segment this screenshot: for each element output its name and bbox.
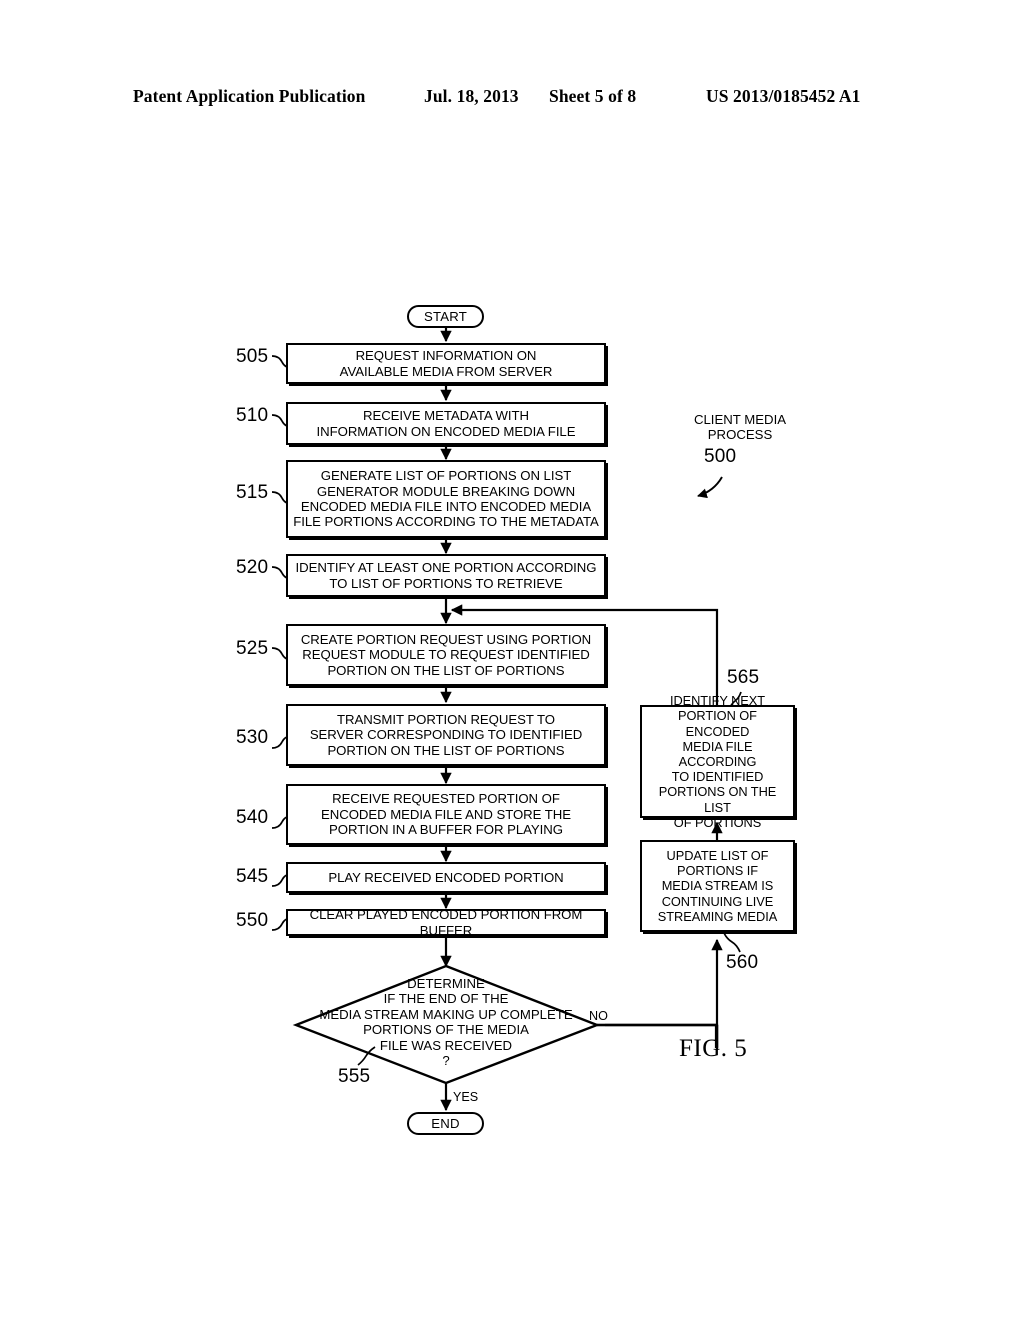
process-box-525-text: CREATE PORTION REQUEST USING PORTION REQU… xyxy=(300,631,592,678)
process-box-565-text: IDENTIFY NEXT PORTION OF ENCODED MEDIA FIL… xyxy=(658,693,777,830)
end-terminator: END xyxy=(407,1112,484,1135)
ref-label-510: 510 xyxy=(236,405,269,426)
process-box-510-text: RECEIVE METADATA WITH INFORMATION ON ENCO… xyxy=(316,408,576,439)
process-box-560-text: UPDATE LIST OF PORTIONS IF MEDIA STREAM IS… xyxy=(657,847,778,924)
process-box-520-text: IDENTIFY AT LEAST ONE PORTION ACCORDING T… xyxy=(295,560,597,591)
process-box-550: CLEAR PLAYED ENCODED PORTION FROM BUFFER xyxy=(286,907,606,938)
figure-label: FIG. 5 xyxy=(679,1035,748,1062)
process-box-545-text: PLAY RECEIVED ENCODED PORTION xyxy=(328,869,564,885)
ref-label-555: 555 xyxy=(338,1066,371,1087)
process-box-510: RECEIVE METADATA WITH INFORMATION ON ENCO… xyxy=(286,402,606,445)
page-header: Patent Application Publication Jul. 18, … xyxy=(0,86,1024,112)
end-label: END xyxy=(431,1116,460,1131)
ref-label-530: 530 xyxy=(236,727,269,748)
decision-yes-label: YES xyxy=(453,1090,479,1104)
process-box-545: PLAY RECEIVED ENCODED PORTION xyxy=(286,862,606,893)
ref-label-505: 505 xyxy=(236,346,269,367)
ref-label-545: 545 xyxy=(236,866,269,887)
ref-label-540: 540 xyxy=(236,807,269,828)
process-box-520: IDENTIFY AT LEAST ONE PORTION ACCORDING T… xyxy=(286,554,606,597)
ref-label-525: 525 xyxy=(236,638,269,659)
start-label: START xyxy=(423,309,467,324)
process-box-565: IDENTIFY NEXT PORTION OF ENCODED MEDIA FIL… xyxy=(640,693,795,830)
decision-no-label: NO xyxy=(589,1009,608,1023)
process-box-550-text: CLEAR PLAYED ENCODED PORTION FROM BUFFER xyxy=(309,907,583,938)
start-terminator: START xyxy=(407,305,484,328)
process-box-560: UPDATE LIST OF PORTIONS IF MEDIA STREAM IS… xyxy=(640,840,795,932)
process-box-540: RECEIVE REQUESTED PORTION OF ENCODED MEDI… xyxy=(286,784,606,845)
process-box-515: GENERATE LIST OF PORTIONS ON LIST GENERAT… xyxy=(286,460,606,538)
header-sheet: Sheet 5 of 8 xyxy=(549,86,637,106)
client-media-process-annotation: CLIENT MEDIA PROCESS xyxy=(693,412,787,443)
process-box-525: CREATE PORTION REQUEST USING PORTION REQU… xyxy=(286,624,606,686)
patent-figure-page: Patent Application Publication Jul. 18, … xyxy=(0,0,1024,1320)
ref-label-565: 565 xyxy=(727,667,760,688)
process-box-505: REQUEST INFORMATION ON AVAILABLE MEDIA FR… xyxy=(286,343,606,384)
process-box-505-text: REQUEST INFORMATION ON AVAILABLE MEDIA FR… xyxy=(339,348,553,379)
client-media-process-number: 500 xyxy=(704,446,737,467)
ref-label-550: 550 xyxy=(236,910,269,931)
process-box-530: TRANSMIT PORTION REQUEST TO SERVER CORRES… xyxy=(286,704,606,766)
header-date: Jul. 18, 2013 xyxy=(424,86,519,106)
process-box-530-text: TRANSMIT PORTION REQUEST TO SERVER CORRES… xyxy=(309,711,583,758)
process-box-515-text: GENERATE LIST OF PORTIONS ON LIST GENERAT… xyxy=(293,468,599,530)
ref-label-560: 560 xyxy=(726,952,759,973)
ref-label-515: 515 xyxy=(236,482,269,503)
decision-box-555-text: DETERMINE IF THE END OF THE MEDIA STREAM M… xyxy=(319,976,573,1069)
header-patent-number: US 2013/0185452 A1 xyxy=(706,86,861,106)
header-publication: Patent Application Publication xyxy=(133,86,366,106)
ref-label-520: 520 xyxy=(236,557,269,578)
process-box-540-text: RECEIVE REQUESTED PORTION OF ENCODED MEDI… xyxy=(321,791,571,838)
